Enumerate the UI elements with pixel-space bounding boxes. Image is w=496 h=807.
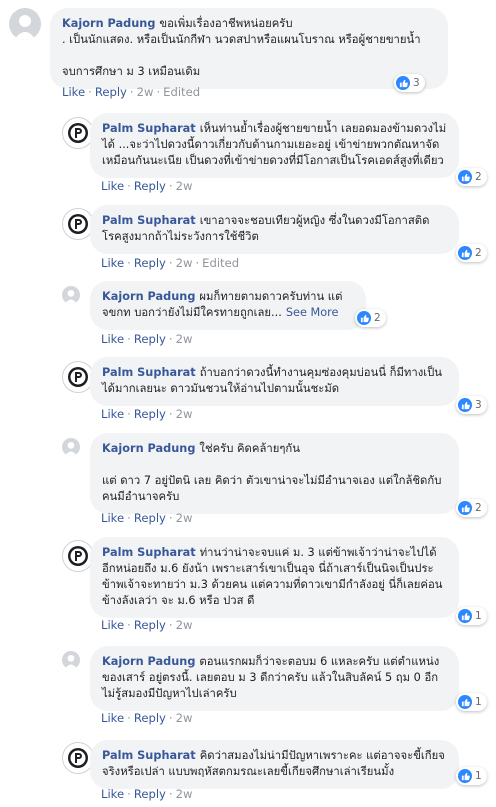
- reaction-count[interactable]: 3: [456, 396, 487, 414]
- reaction-number: 2: [475, 171, 482, 183]
- comment-time[interactable]: 2w: [176, 618, 193, 632]
- reply-link[interactable]: Reply: [134, 179, 166, 193]
- comment-actions: Like · Reply · 2w: [101, 332, 193, 346]
- comment-author[interactable]: Palm Supharat: [102, 214, 196, 227]
- reaction-count[interactable]: 1: [456, 607, 487, 625]
- comment-time[interactable]: 2w: [137, 85, 154, 99]
- comment-bubble: Kajorn Padung ใช่ครับ คิดคล้ายๆกัน แต่ ดา…: [90, 433, 459, 514]
- like-link[interactable]: Like: [101, 256, 124, 270]
- comment-actions: Like · Reply · 2w · Edited: [101, 256, 240, 270]
- like-link[interactable]: Like: [101, 618, 124, 632]
- default-user-icon: [14, 15, 36, 40]
- palm-p-logo-icon: [68, 367, 88, 387]
- like-link[interactable]: Like: [101, 179, 124, 193]
- reaction-count[interactable]: 1: [456, 767, 487, 785]
- reply-link[interactable]: Reply: [134, 332, 166, 346]
- comment-time[interactable]: 2w: [176, 256, 193, 270]
- comment-bubble: Palm Supharat ถ้าบอกว่าดวงนี้ทำงานคุมซ่อง…: [90, 357, 459, 406]
- like-reaction-icon: [458, 609, 472, 623]
- comment-author[interactable]: Kajorn Padung: [62, 17, 155, 30]
- like-link[interactable]: Like: [62, 85, 85, 99]
- avatar[interactable]: [62, 286, 80, 304]
- comment-actions: Like · Reply · 2w: [101, 511, 193, 525]
- reply-link[interactable]: Reply: [134, 511, 166, 525]
- comment-bubble: Palm Supharat คิดว่าสมองไม่น่ามีปัญหาเพรา…: [90, 740, 459, 789]
- comment-bubble: Palm Supharat เขาอาจจะชอบเทียวผู้หญิง ซึ่…: [90, 205, 459, 254]
- like-link[interactable]: Like: [101, 332, 124, 346]
- default-user-icon: [64, 654, 78, 669]
- comment-time[interactable]: 2w: [176, 407, 193, 421]
- comment-author[interactable]: Palm Supharat: [102, 749, 196, 762]
- comment-actions: Like · Reply · 2w: [101, 618, 193, 632]
- reaction-number: 2: [475, 502, 482, 514]
- comment-author[interactable]: Palm Supharat: [102, 366, 196, 379]
- reply-link[interactable]: Reply: [134, 787, 166, 801]
- reply-link[interactable]: Reply: [134, 407, 166, 421]
- avatar[interactable]: [62, 651, 80, 669]
- edited-label[interactable]: Edited: [163, 85, 200, 99]
- comment-bubble: Kajorn Padung ตอนแรกผมก็ว่าจะตอบม 6 แหละค…: [90, 646, 459, 711]
- reply-link[interactable]: Reply: [95, 85, 127, 99]
- comment-actions: Like · Reply · 2w: [101, 407, 193, 421]
- comment-time[interactable]: 2w: [176, 179, 193, 193]
- reaction-number: 2: [475, 247, 482, 259]
- comment-time[interactable]: 2w: [176, 511, 193, 525]
- comment-bubble: Kajorn Padung ขอเพิ่มเรื่องอาชีพหน่อยครับ…: [50, 8, 448, 89]
- edited-label[interactable]: Edited: [202, 256, 239, 270]
- like-reaction-icon: [458, 695, 472, 709]
- reaction-number: 1: [475, 770, 482, 782]
- comment-bubble: Kajorn Padung ผมก็ทายตามดาวครับท่าน แต่ จ…: [90, 281, 366, 330]
- comment-author[interactable]: Palm Supharat: [102, 546, 196, 559]
- like-reaction-icon: [458, 769, 472, 783]
- like-reaction-icon: [458, 170, 472, 184]
- reaction-count[interactable]: 2: [456, 168, 487, 186]
- like-reaction-icon: [458, 501, 472, 515]
- reaction-number: 1: [475, 696, 482, 708]
- reaction-count[interactable]: 2: [456, 244, 487, 262]
- reply-link[interactable]: Reply: [134, 256, 166, 270]
- default-user-icon: [64, 289, 78, 304]
- reaction-number: 2: [374, 312, 381, 324]
- like-reaction-icon: [357, 311, 371, 325]
- palm-p-logo-icon: [68, 546, 88, 566]
- reaction-number: 1: [475, 610, 482, 622]
- comment-actions: Like · Reply · 2w: [101, 711, 193, 725]
- avatar[interactable]: [62, 438, 80, 456]
- like-link[interactable]: Like: [101, 407, 124, 421]
- like-link[interactable]: Like: [101, 511, 124, 525]
- comment-bubble: Palm Supharat เห็นท่านย้ำเรื่องผู้ชายขายน…: [90, 113, 459, 178]
- reply-link[interactable]: Reply: [134, 711, 166, 725]
- comment-bubble: Palm Supharat ท่านว่าน่าจะจบแค่ ม. 3 แต่ข…: [90, 537, 459, 618]
- reply-link[interactable]: Reply: [134, 618, 166, 632]
- comment-time[interactable]: 2w: [176, 332, 193, 346]
- default-user-icon: [64, 441, 78, 456]
- like-link[interactable]: Like: [101, 787, 124, 801]
- comment-actions: Like · Reply · 2w: [101, 179, 193, 193]
- like-reaction-icon: [458, 246, 472, 260]
- comment-actions: Like · Reply · 2w: [101, 787, 193, 801]
- comment-author[interactable]: Palm Supharat: [102, 122, 196, 135]
- avatar[interactable]: [9, 8, 41, 40]
- reaction-count[interactable]: 2: [456, 499, 487, 517]
- palm-p-logo-icon: [68, 123, 88, 143]
- like-reaction-icon: [458, 398, 472, 412]
- comment-actions: Like · Reply · 2w · Edited: [62, 85, 201, 99]
- comment-time[interactable]: 2w: [176, 787, 193, 801]
- comment-author[interactable]: Kajorn Padung: [102, 290, 195, 303]
- like-link[interactable]: Like: [101, 711, 124, 725]
- reaction-count[interactable]: 2: [355, 309, 386, 327]
- see-more-link[interactable]: See More: [286, 306, 339, 319]
- like-reaction-icon: [396, 76, 410, 90]
- reaction-count[interactable]: 1: [456, 693, 487, 711]
- palm-p-logo-icon: [68, 214, 88, 234]
- comment-author[interactable]: Kajorn Padung: [102, 442, 195, 455]
- reaction-number: 3: [413, 77, 420, 89]
- comment-author[interactable]: Kajorn Padung: [102, 655, 195, 668]
- comment-time[interactable]: 2w: [176, 711, 193, 725]
- reaction-number: 3: [475, 399, 482, 411]
- reaction-count[interactable]: 3: [394, 74, 425, 92]
- palm-p-logo-icon: [68, 748, 88, 768]
